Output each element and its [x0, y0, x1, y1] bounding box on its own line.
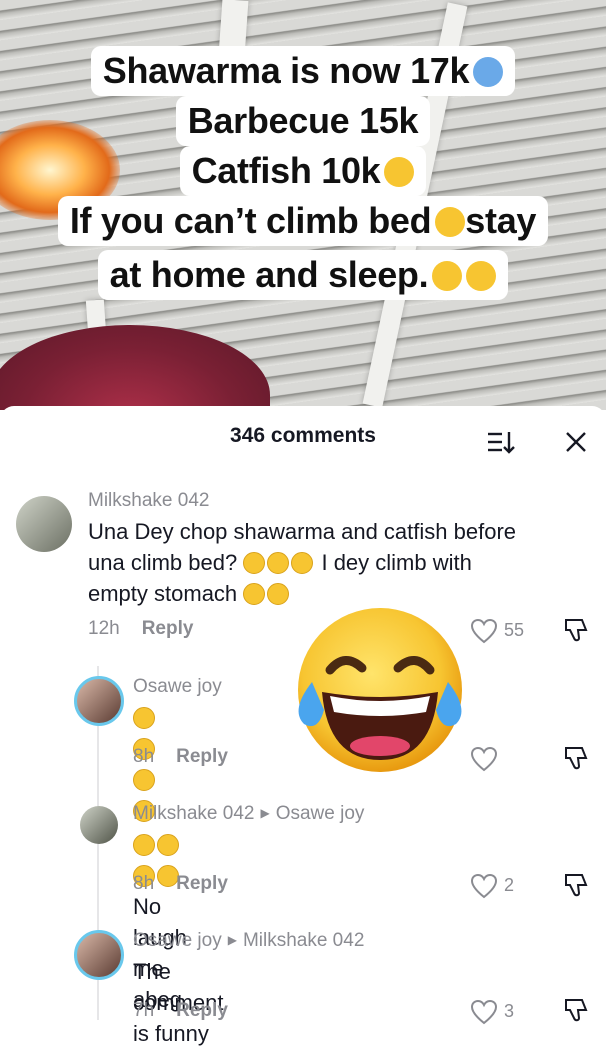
comment-text: Una Dey chop shawarma and catfish before…	[88, 519, 517, 606]
caption-line-1: Shawarma is now 17k	[0, 46, 606, 96]
reply-button[interactable]: Reply	[176, 873, 228, 894]
comment-meta: 8h Reply	[133, 873, 228, 894]
heart-icon[interactable]	[470, 873, 498, 899]
reply-button[interactable]: Reply	[176, 746, 228, 767]
heart-icon[interactable]	[470, 618, 498, 644]
pleading-face-icon	[243, 583, 266, 605]
laughing-tears-sticker-icon	[298, 608, 462, 772]
reply-button[interactable]: Reply	[176, 1000, 228, 1021]
smirk-face-icon	[435, 207, 466, 237]
weary-face-icon	[267, 552, 290, 574]
dislike-icon[interactable]	[562, 616, 590, 644]
laughing-tears-icon	[133, 834, 155, 856]
laughing-tears-icon	[157, 834, 179, 856]
laughing-tears-icon	[432, 261, 463, 291]
caption-line-4: If you can’t climb bed stay	[0, 196, 606, 246]
weary-face-icon	[291, 552, 314, 574]
dislike-icon[interactable]	[562, 744, 590, 772]
comment-username[interactable]: Milkshake 042 ▶ Osawe joy	[133, 803, 364, 825]
laughing-tears-icon	[133, 769, 155, 791]
sort-icon[interactable]	[486, 428, 516, 456]
weary-face-icon	[243, 552, 266, 574]
comment-meta: 7h Reply	[133, 1000, 228, 1021]
avatar[interactable]	[74, 676, 124, 726]
sneezing-face-icon	[466, 261, 497, 291]
comment-username[interactable]: Osawe joy	[133, 676, 222, 698]
reply-button[interactable]: Reply	[142, 618, 194, 639]
comment-meta: 12h Reply	[88, 618, 194, 639]
comment-username[interactable]: Milkshake 042	[88, 490, 209, 512]
comment-username[interactable]: Osawe joy ▶ Milkshake 042	[133, 930, 364, 952]
caption-line-5: at home and sleep.	[0, 250, 606, 300]
laughing-tears-icon	[133, 707, 155, 729]
avatar[interactable]	[16, 496, 72, 552]
laughing-tears-icon	[267, 583, 290, 605]
avatar[interactable]	[74, 930, 124, 980]
heart-icon[interactable]	[470, 746, 498, 772]
person-hair	[0, 325, 270, 410]
like-count: 3	[504, 1001, 515, 1021]
dislike-icon[interactable]	[562, 996, 590, 1024]
avatar[interactable]	[80, 806, 118, 844]
caption-line-3: Catfish 10k	[0, 146, 606, 196]
person-gesturing-no-icon	[473, 57, 504, 87]
close-icon[interactable]	[562, 428, 590, 456]
reply-arrow-icon: ▶	[227, 933, 237, 947]
reply-arrow-icon: ▶	[260, 806, 270, 820]
comment-meta: 8h Reply	[133, 746, 228, 767]
like-count: 2	[504, 875, 515, 895]
heart-icon[interactable]	[470, 999, 498, 1025]
dislike-icon[interactable]	[562, 871, 590, 899]
caption-line-2: Barbecue 15k	[0, 96, 606, 146]
like-count: 55	[504, 620, 525, 640]
crying-face-icon	[384, 157, 415, 187]
video-frame[interactable]: Shawarma is now 17k Barbecue 15k Catfish…	[0, 0, 606, 410]
